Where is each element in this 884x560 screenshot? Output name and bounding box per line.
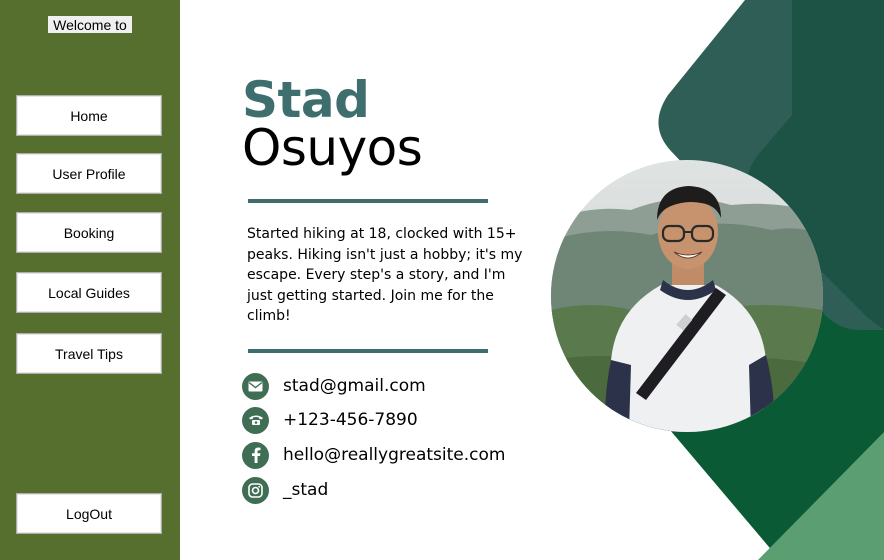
contact-facebook-text: hello@reallygreatsite.com (283, 445, 506, 465)
logout-button[interactable]: LogOut (16, 493, 162, 534)
contact-email-text: stad@gmail.com (283, 376, 426, 396)
contact-phone-text: +123-456-7890 (283, 410, 418, 430)
booking-button[interactable]: Booking (16, 212, 162, 253)
sidebar: Welcome to Home User Profile Booking Loc… (0, 0, 180, 560)
phone-icon (242, 406, 269, 434)
contact-email: stad@gmail.com (242, 372, 426, 400)
divider-bottom (248, 349, 488, 353)
instagram-icon (242, 476, 269, 504)
contact-phone: +123-456-7890 (242, 406, 418, 434)
contact-instagram: _stad (242, 476, 328, 504)
profile-bio: Started hiking at 18, clocked with 15+ p… (247, 226, 523, 324)
user-profile-button[interactable]: User Profile (16, 153, 162, 194)
contact-instagram-text: _stad (283, 480, 329, 500)
contact-facebook: hello@reallygreatsite.com (242, 441, 505, 469)
travel-tips-button[interactable]: Travel Tips (16, 333, 162, 374)
email-icon (242, 372, 269, 400)
divider-top (248, 199, 488, 203)
profile-photo (551, 160, 823, 432)
home-button[interactable]: Home (16, 95, 162, 136)
local-guides-button[interactable]: Local Guides (16, 272, 162, 313)
profile-last-name: Osuyos (242, 119, 423, 177)
welcome-label: Welcome to (48, 16, 132, 33)
facebook-icon (242, 441, 269, 469)
